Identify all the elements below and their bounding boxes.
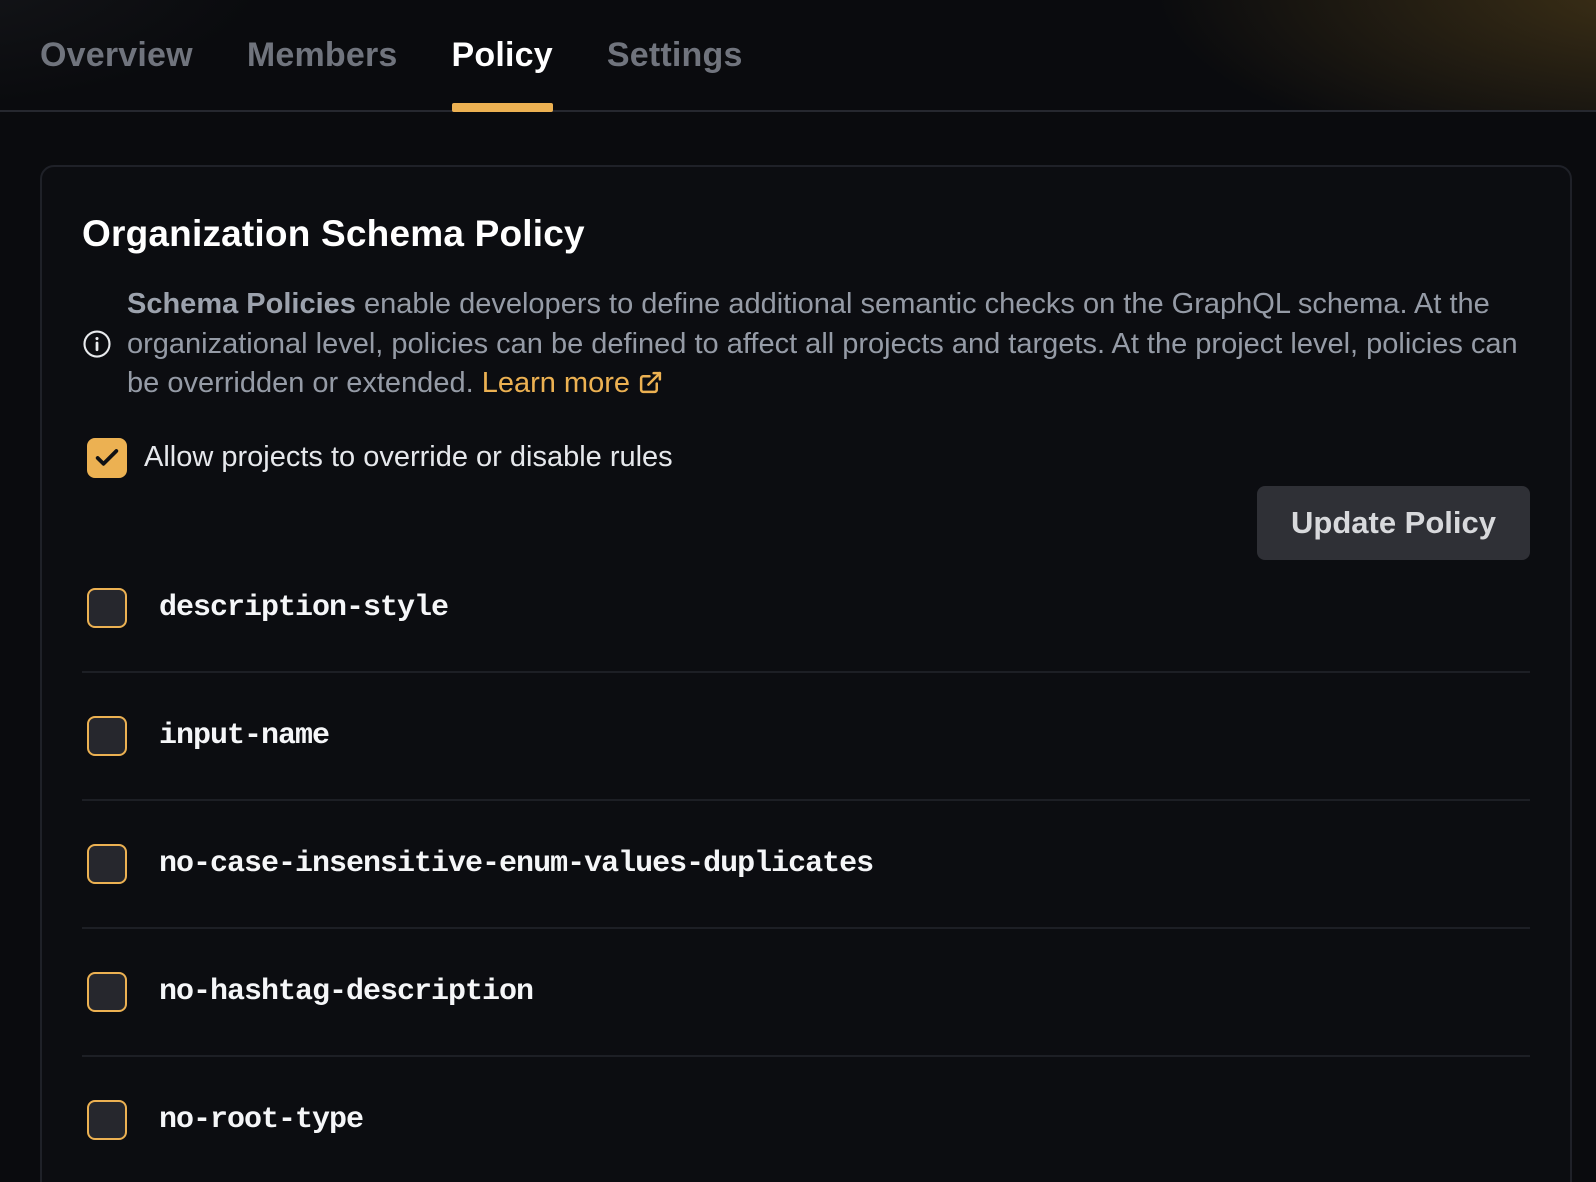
main-content: Organization Schema Policy Schema Polici… bbox=[0, 112, 1596, 1182]
rule-name: no-hashtag-description bbox=[159, 975, 533, 1009]
tab-label: Members bbox=[247, 36, 398, 75]
info-callout: Schema Policies enable developers to def… bbox=[82, 285, 1530, 404]
allow-override-checkbox[interactable] bbox=[87, 438, 127, 478]
rule-row-description-style: description-style bbox=[82, 545, 1530, 673]
page-title: Organization Schema Policy bbox=[82, 213, 1530, 255]
info-icon bbox=[82, 329, 112, 359]
learn-more-label: Learn more bbox=[482, 367, 630, 399]
rule-checkbox[interactable] bbox=[87, 588, 127, 628]
rule-row-input-name: input-name bbox=[82, 673, 1530, 801]
app-root: Overview Members Policy Settings Organiz… bbox=[0, 0, 1596, 1182]
tab-label: Policy bbox=[452, 36, 553, 75]
rule-checkbox[interactable] bbox=[87, 972, 127, 1012]
info-text-lead: Schema Policies bbox=[127, 288, 356, 320]
tab-label: Settings bbox=[607, 36, 743, 75]
tab-members[interactable]: Members bbox=[247, 0, 398, 110]
rule-row-no-hashtag-description: no-hashtag-description bbox=[82, 929, 1530, 1057]
update-policy-button[interactable]: Update Policy bbox=[1257, 486, 1530, 560]
rule-checkbox[interactable] bbox=[87, 716, 127, 756]
allow-override-row: Allow projects to override or disable ru… bbox=[87, 438, 1530, 478]
rules-list: description-style input-name no-case-ins… bbox=[82, 545, 1530, 1182]
rule-row-no-case-insensitive-enum-values-duplicates: no-case-insensitive-enum-values-duplicat… bbox=[82, 801, 1530, 929]
rule-name: description-style bbox=[159, 591, 448, 625]
policy-card: Organization Schema Policy Schema Polici… bbox=[40, 165, 1572, 1182]
active-tab-underline bbox=[452, 103, 553, 112]
external-link-icon bbox=[638, 370, 663, 395]
rule-checkbox[interactable] bbox=[87, 1100, 127, 1140]
checkmark-icon bbox=[93, 444, 121, 472]
tab-label: Overview bbox=[40, 36, 193, 75]
tab-bar: Overview Members Policy Settings bbox=[0, 0, 1596, 112]
rule-name: no-root-type bbox=[159, 1103, 363, 1137]
allow-override-label: Allow projects to override or disable ru… bbox=[144, 441, 673, 474]
tab-overview[interactable]: Overview bbox=[40, 0, 193, 110]
info-text: Schema Policies enable developers to def… bbox=[127, 285, 1530, 404]
tab-policy[interactable]: Policy bbox=[452, 0, 553, 110]
rule-checkbox[interactable] bbox=[87, 844, 127, 884]
learn-more-link[interactable]: Learn more bbox=[482, 367, 663, 399]
rule-name: no-case-insensitive-enum-values-duplicat… bbox=[159, 847, 873, 881]
rule-row-no-root-type: no-root-type bbox=[82, 1057, 1530, 1182]
rule-name: input-name bbox=[159, 719, 329, 753]
tab-settings[interactable]: Settings bbox=[607, 0, 743, 110]
